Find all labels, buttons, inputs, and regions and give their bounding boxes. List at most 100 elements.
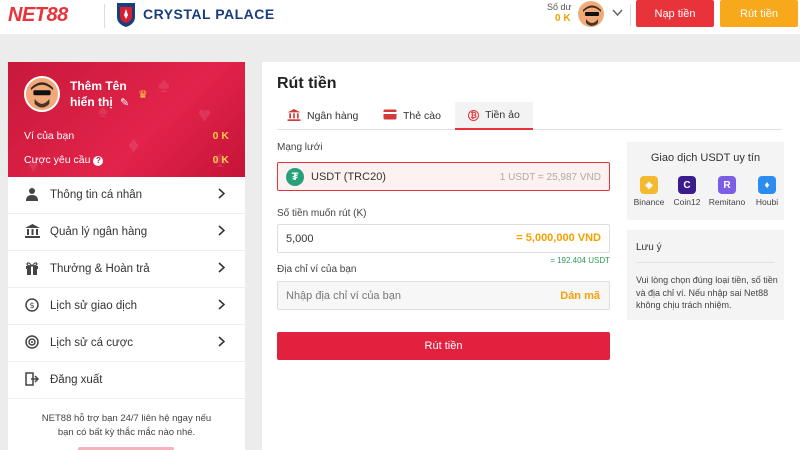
sidebar-item-label: Thưởng & Hoàn trả: [50, 263, 150, 275]
support-line2: bạn có bất kỳ thắc mắc nào nhé.: [57, 427, 196, 438]
logout-icon: [22, 371, 42, 389]
tab-label: Thẻ cào: [403, 110, 441, 122]
chevron-right-icon: [218, 336, 226, 350]
exchange-name: Coin12: [673, 197, 701, 207]
avatar-face-icon: [579, 2, 603, 26]
top-header: NET88 CRYSTAL PALACE Số dư 0 K Nạp tiền …: [0, 0, 800, 34]
sidebar-item-bet-history[interactable]: Lịch sử cá cược: [8, 325, 245, 362]
sidebar-item-rewards[interactable]: Thưởng & Hoàn trả: [8, 251, 245, 288]
exchange-name: Remitano: [708, 197, 746, 207]
wallet-stat: Ví của bạn 0 K: [24, 130, 229, 142]
crystal-palace-crest-icon: [117, 3, 135, 27]
network-label: Mạng lưới: [277, 142, 323, 153]
sidebar-item-label: Thông tin cá nhân: [50, 189, 143, 201]
balance-label: Số dư: [547, 2, 572, 12]
wallet-address-input[interactable]: [286, 290, 536, 302]
remitano-icon: R: [718, 176, 736, 194]
wallet-address-label: Địa chỉ ví của bạn: [277, 264, 357, 275]
exchange-rate: 1 USDT = 25,987 VND: [499, 172, 601, 183]
withdraw-panel: Rút tiền Ngân hàng Thẻ cào ₿ Tiền ảo Mạn…: [262, 62, 800, 450]
crypto-coin-icon: ₿: [468, 109, 480, 121]
wallet-value: 0 K: [212, 130, 229, 142]
wallet-address-field: Dán mã: [277, 281, 610, 310]
tab-bank[interactable]: Ngân hàng: [287, 102, 358, 130]
sidebar-item-label: Lịch sử cá cược: [50, 337, 134, 349]
wager-label: Cược yêu cầu: [24, 154, 91, 166]
trusted-exchanges-title: Giao dịch USDT uy tín: [650, 152, 761, 164]
avatar-face-icon: [26, 78, 58, 110]
exchange-remitano[interactable]: R Remitano: [707, 176, 747, 207]
wager-stat: Cược yêu cầu? 0 K: [24, 154, 229, 166]
tab-scratch-card[interactable]: Thẻ cào: [383, 102, 441, 130]
exchange-name: Houbi: [755, 197, 779, 207]
wallet-label: Ví của bạn: [24, 130, 75, 142]
display-name-line1: Thêm Tên: [70, 79, 127, 93]
tab-label: Tiền ảo: [485, 109, 520, 121]
chevron-right-icon: [218, 299, 226, 313]
tab-crypto[interactable]: ₿ Tiền ảo: [455, 102, 533, 130]
sidebar-item-transaction-history[interactable]: $ Lịch sử giao dịch: [8, 288, 245, 325]
note-title: Lưu ý: [636, 242, 662, 253]
partner-name: CRYSTAL PALACE: [143, 6, 275, 22]
binance-icon: ◆: [640, 176, 658, 194]
help-icon[interactable]: ?: [93, 156, 104, 166]
sidebar-item-logout[interactable]: Đăng xuất: [8, 362, 245, 399]
avatar[interactable]: [24, 76, 60, 112]
exchange-houbi[interactable]: ♦ Houbi: [747, 176, 787, 207]
support-text: NET88 hỗ trợ bạn 24/7 liên hệ ngay nếu b…: [8, 412, 245, 440]
history-icon: $: [22, 297, 42, 315]
header-divider: [104, 4, 105, 28]
note-text: Vui lòng chọn đúng loại tiền, số tiền và…: [636, 275, 778, 310]
network-select[interactable]: ₮ USDT (TRC20) 1 USDT = 25,987 VND: [277, 162, 610, 191]
balance-value: 0 K: [555, 13, 571, 24]
exchange-coin12[interactable]: C Coin12: [667, 176, 707, 207]
sidebar-item-profile[interactable]: Thông tin cá nhân: [8, 177, 245, 214]
edit-pencil-icon[interactable]: ✎: [120, 96, 129, 109]
note-panel: Lưu ý Vui lòng chọn đúng loại tiền, số t…: [627, 230, 784, 320]
bank-icon: [287, 108, 301, 124]
trusted-exchanges-panel: Giao dịch USDT uy tín ◆ Binance C Coin12…: [627, 142, 784, 220]
bet-history-icon: [22, 334, 42, 352]
amount-value: 5,000: [286, 233, 314, 245]
deposit-button[interactable]: Nạp tiền: [636, 0, 714, 27]
svg-text:♠: ♠: [158, 72, 170, 97]
chevron-right-icon: [218, 225, 226, 239]
account-sidebar: ♠ ♥ ♦ ♣ ♠ ♥ Thêm Tên hiển thị ✎ ♛ Ví của…: [8, 62, 245, 450]
chevron-down-icon[interactable]: [612, 8, 623, 20]
support-line1: NET88 hỗ trợ bạn 24/7 liên hệ ngay nếu: [41, 413, 212, 424]
sidebar-item-label: Quản lý ngân hàng: [50, 226, 148, 238]
gift-icon: [22, 261, 42, 278]
coin12-icon: C: [678, 176, 696, 194]
bank-icon: [22, 223, 42, 241]
page-title: Rút tiền: [277, 75, 337, 92]
houbi-flame-icon: ♦: [758, 176, 776, 194]
tether-icon: ₮: [286, 168, 304, 186]
submit-withdraw-button[interactable]: Rút tiền: [277, 332, 610, 360]
profile-card: ♠ ♥ ♦ ♣ ♠ ♥ Thêm Tên hiển thị ✎ ♛ Ví của…: [8, 62, 245, 177]
svg-text:♥: ♥: [198, 102, 211, 127]
chevron-right-icon: [218, 262, 226, 276]
crown-icon: ♛: [138, 89, 148, 101]
net88-logo[interactable]: NET88: [8, 4, 68, 27]
sidebar-item-bank[interactable]: Quản lý ngân hàng: [8, 214, 245, 251]
amount-label: Số tiền muốn rút (K): [277, 208, 367, 219]
sidebar-item-label: Đăng xuất: [50, 374, 103, 386]
network-value: USDT (TRC20): [311, 171, 386, 183]
wager-value: 0 K: [212, 154, 229, 166]
sidebar-item-label: Lịch sử giao dịch: [50, 300, 137, 312]
withdraw-button[interactable]: Rút tiền: [720, 0, 798, 27]
exchange-name: Binance: [633, 197, 665, 207]
header-divider: [630, 4, 631, 26]
user-icon: [22, 187, 42, 204]
card-icon: [383, 109, 397, 123]
tab-label: Ngân hàng: [307, 110, 359, 122]
amount-vnd-converted: = 5,000,000 VND: [516, 232, 601, 244]
amount-input[interactable]: 5,000 = 5,000,000 VND: [277, 224, 610, 253]
display-name-line2: hiển thị: [70, 95, 113, 109]
note-divider: [636, 262, 775, 263]
chevron-right-icon: [218, 188, 226, 202]
exchange-binance[interactable]: ◆ Binance: [629, 176, 669, 207]
avatar[interactable]: [578, 1, 604, 27]
paste-button[interactable]: Dán mã: [560, 290, 600, 302]
withdraw-tabs: Ngân hàng Thẻ cào ₿ Tiền ảo: [277, 102, 782, 130]
